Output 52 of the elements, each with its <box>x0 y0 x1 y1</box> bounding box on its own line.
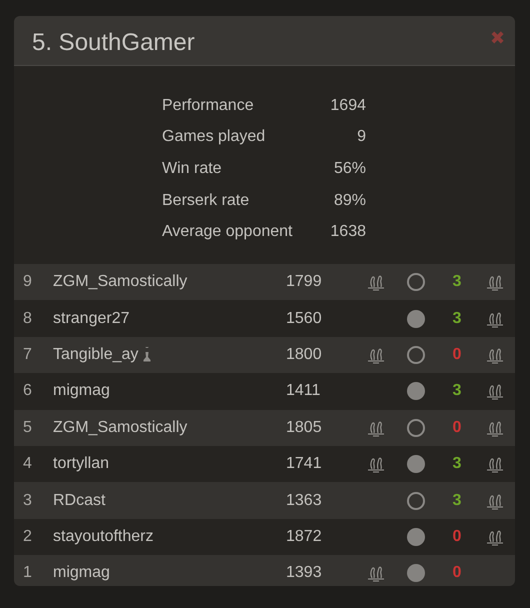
stat-label: Win rate <box>162 158 222 179</box>
game-row[interactable]: 1 migmag 1393 0 <box>14 555 515 586</box>
stat-value: 89% <box>334 190 366 211</box>
opponent-rating: 1805 <box>286 418 323 438</box>
stat-label: Performance <box>162 96 254 116</box>
score: 0 <box>452 344 462 365</box>
opponent-name: migmag <box>53 563 110 584</box>
stat-value: 1694 <box>330 96 366 116</box>
score: 0 <box>452 418 462 438</box>
rank: 8 <box>22 308 33 329</box>
stat-value: 1638 <box>330 222 366 242</box>
rank: 6 <box>22 381 33 402</box>
game-row[interactable]: 5 ZGM_Samostically 1805 0 <box>14 410 515 446</box>
opponent-name: RDcast <box>53 490 106 510</box>
opponent-rating: 1872 <box>286 526 323 547</box>
game-row[interactable]: 7 Tangible_ay 1800 0 <box>14 336 515 374</box>
stat-label: Berserk rate <box>162 190 250 211</box>
rank: 7 <box>22 344 33 365</box>
opponent-name: stayoutoftherz <box>53 526 154 547</box>
opponent-name: migmag <box>53 381 110 402</box>
opponent-name: tortyllan <box>53 454 110 474</box>
stat-value: 56% <box>334 158 366 179</box>
dialog-title: 5. SouthGamer <box>32 29 195 57</box>
stat-value: 9 <box>357 127 366 148</box>
stat-label: Games played <box>162 127 266 148</box>
rank: 5 <box>22 418 33 438</box>
rank: 2 <box>22 526 33 547</box>
opponent-rating: 1363 <box>286 490 323 510</box>
rank: 3 <box>22 490 33 510</box>
opponent-rating: 1800 <box>286 344 323 365</box>
score: 3 <box>452 381 462 402</box>
rank: 1 <box>22 563 33 584</box>
score: 3 <box>452 490 462 510</box>
score: 0 <box>452 563 462 584</box>
opponent-name: ZGM_Samostically <box>53 418 188 438</box>
game-row[interactable]: 9 ZGM_Samostically 1799 3 <box>14 264 515 300</box>
score: 3 <box>452 272 462 292</box>
opponent-name: Tangible_ay <box>53 344 138 365</box>
rank: 4 <box>22 454 33 474</box>
opponent-rating: 1560 <box>286 308 323 329</box>
stat-label: Average opponent <box>162 222 292 242</box>
opponent-rating: 1741 <box>286 454 323 474</box>
score: 3 <box>452 454 462 474</box>
opponent-rating: 1393 <box>286 563 323 584</box>
opponent-rating: 1411 <box>286 381 322 402</box>
score: 3 <box>452 308 462 329</box>
opponent-rating: 1799 <box>286 272 323 292</box>
score: 0 <box>452 526 462 547</box>
rank: 9 <box>22 272 33 292</box>
opponent-name: stranger27 <box>53 308 130 329</box>
opponent-name: ZGM_Samostically <box>53 272 188 292</box>
game-row[interactable]: 3 RDcast 1363 3 <box>14 482 515 519</box>
